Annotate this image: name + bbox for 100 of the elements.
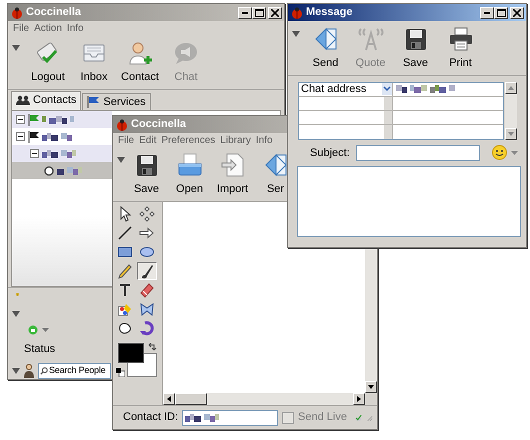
window-title: Coccinella <box>26 5 82 20</box>
collapse-triangle-icon <box>12 368 20 374</box>
minimize-button[interactable] <box>480 6 494 18</box>
status-circle-icon <box>44 166 54 176</box>
arrow-left-icon <box>167 396 171 402</box>
tree-row[interactable] <box>12 111 112 128</box>
ladybug-icon <box>116 118 128 130</box>
toolbar-button[interactable]: Save <box>125 149 168 200</box>
swap-colors-icon <box>147 342 157 352</box>
polygon-icon <box>139 300 155 316</box>
people-icon <box>16 94 30 105</box>
menu-item[interactable]: File <box>13 20 30 36</box>
toolbar-button[interactable]: Contact <box>117 37 163 88</box>
chevron-down-icon <box>383 86 391 92</box>
caret-icon <box>42 328 49 332</box>
maximize-button[interactable] <box>494 6 508 18</box>
send-live-label: Send Live <box>298 410 347 426</box>
collapse-box-icon[interactable] <box>16 115 25 124</box>
tab[interactable]: Services <box>82 92 151 110</box>
pencil-icon <box>117 262 133 278</box>
menu-item[interactable]: Info <box>256 132 273 148</box>
tree-row[interactable] <box>12 145 112 162</box>
flag-icon <box>87 96 100 108</box>
collapse-triangle-icon <box>12 311 20 318</box>
pixelated-name-drawing <box>42 116 74 124</box>
scrollbar-thumb[interactable] <box>175 393 207 405</box>
toolbar-button[interactable]: Open <box>168 149 211 200</box>
maximize-icon <box>496 8 506 16</box>
collapse-triangle-icon <box>117 157 125 164</box>
close-button[interactable] <box>510 6 524 18</box>
move-icon <box>139 206 155 222</box>
ladybug-icon <box>291 6 303 18</box>
status-label: Status <box>24 342 56 356</box>
maximize-icon <box>254 8 264 16</box>
page-arrow-icon <box>218 151 246 179</box>
toolbar-button[interactable]: Import <box>211 149 254 200</box>
menu-item[interactable]: Info <box>66 20 84 36</box>
arrow-right-icon <box>357 396 361 402</box>
toolbar-button[interactable]: Print <box>438 23 483 74</box>
person-icon <box>24 364 34 378</box>
menu-item[interactable]: Edit <box>139 132 156 148</box>
menu-item[interactable]: Preferences <box>161 132 216 148</box>
scroll-left-button[interactable] <box>163 393 175 405</box>
line-icon <box>117 224 133 240</box>
scroll-right-button[interactable] <box>353 393 365 405</box>
subject-field[interactable] <box>356 144 480 161</box>
window-title: Coccinella <box>131 117 186 132</box>
menu-item[interactable]: File <box>118 132 134 148</box>
search-field[interactable]: Search People <box>38 363 111 379</box>
scroll-up-button[interactable] <box>505 82 517 94</box>
ladybug-icon <box>11 6 23 18</box>
text-tool-icon <box>117 282 133 298</box>
tool-button[interactable] <box>137 262 157 280</box>
scroll-down-button[interactable] <box>505 128 517 140</box>
pixelated-name-drawing <box>42 132 72 140</box>
arrow-up-icon <box>508 86 514 90</box>
close-button[interactable] <box>268 6 282 18</box>
vertical-scrollbar[interactable] <box>505 82 517 140</box>
menu-item[interactable]: Action <box>34 20 62 36</box>
collapse-box-icon[interactable] <box>30 149 39 158</box>
toolbar-button[interactable]: Send <box>303 23 348 74</box>
status-dot-icon <box>28 324 38 334</box>
close-icon <box>271 8 279 16</box>
pixelated-name-drawing <box>42 150 79 158</box>
contact-id-label: Contact ID: <box>123 410 178 426</box>
tool-button[interactable] <box>137 204 157 222</box>
smiley-icon <box>492 145 507 160</box>
arrow-down-icon <box>508 132 514 136</box>
maximize-button[interactable] <box>252 6 266 18</box>
menu-item[interactable]: Library <box>220 132 251 148</box>
brush-icon <box>139 262 155 278</box>
pixelated-name-drawing <box>57 166 85 174</box>
search-icon <box>40 366 48 376</box>
toolbar-button[interactable]: Save <box>393 23 438 74</box>
collapse-triangle-icon <box>292 31 300 38</box>
minimize-icon <box>242 12 248 14</box>
tab[interactable]: Contacts <box>11 90 82 110</box>
foreground-color-swatch[interactable] <box>118 342 144 362</box>
caret-icon <box>510 150 518 155</box>
rotate-icon <box>139 320 155 336</box>
window-title: Message <box>306 5 352 20</box>
toolbar-button[interactable]: Inbox <box>71 37 117 88</box>
collapse-box-icon[interactable] <box>16 132 25 141</box>
eraser-icon <box>139 282 155 298</box>
arrow-icon <box>139 224 155 240</box>
reset-colors-icon <box>116 368 125 376</box>
contact-id-field[interactable] <box>182 410 278 426</box>
minimize-button[interactable] <box>238 6 252 18</box>
tree-row[interactable] <box>12 162 112 179</box>
scroll-down-button[interactable] <box>365 381 377 393</box>
minimize-icon <box>484 12 490 14</box>
close-icon <box>513 8 521 16</box>
subject-label: Subject: <box>310 146 350 160</box>
arrow-down-icon <box>368 385 374 389</box>
toolbar-button[interactable]: Logout <box>25 37 71 88</box>
horizontal-scrollbar[interactable] <box>163 393 365 405</box>
address-type-dropdown[interactable]: Chat address <box>299 82 393 96</box>
message-body-field[interactable] <box>297 166 521 237</box>
pixelated-name-drawing <box>396 85 455 93</box>
collapse-triangle-icon <box>12 45 20 52</box>
